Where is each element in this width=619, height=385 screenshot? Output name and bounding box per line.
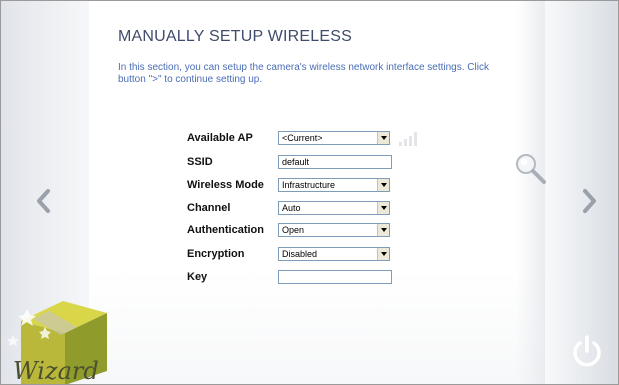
wizard-window: MANUALLY SETUP WIRELESS In this section,…	[0, 0, 619, 385]
magnifier-icon[interactable]	[511, 151, 551, 187]
dropdown-arrow-icon[interactable]	[377, 179, 389, 191]
ssid-input[interactable]: default	[278, 155, 392, 169]
dropdown-arrow-icon[interactable]	[377, 202, 389, 214]
encryption-row: Encryption Disabled	[187, 247, 487, 265]
encryption-value: Disabled	[282, 249, 318, 259]
wizard-logo: Wizard	[5, 291, 123, 385]
dropdown-arrow-icon[interactable]	[377, 248, 389, 260]
authentication-row: Authentication Open	[187, 223, 487, 241]
panel-edge	[516, 1, 546, 384]
wireless-mode-value: Infrastructure	[282, 180, 336, 190]
wizard-box-icon: Wizard	[7, 301, 107, 385]
available-ap-value: <Current>	[282, 133, 323, 143]
ssid-row: SSID default	[187, 155, 487, 173]
power-icon[interactable]	[569, 331, 605, 371]
wireless-mode-label: Wireless Mode	[187, 179, 264, 191]
key-input[interactable]	[278, 270, 392, 284]
wireless-mode-select[interactable]: Infrastructure	[278, 178, 390, 192]
chevron-right-icon[interactable]	[578, 188, 600, 214]
key-row: Key	[187, 270, 487, 288]
encryption-select[interactable]: Disabled	[278, 247, 390, 261]
channel-row: Channel Auto	[187, 201, 487, 219]
page-title: MANUALLY SETUP WIRELESS	[118, 28, 353, 45]
key-label: Key	[187, 271, 208, 283]
dropdown-arrow-icon[interactable]	[377, 132, 389, 144]
available-ap-select[interactable]: <Current>	[278, 131, 390, 145]
channel-select[interactable]: Auto	[278, 201, 390, 215]
dropdown-arrow-icon[interactable]	[377, 224, 389, 236]
authentication-label: Authentication	[187, 224, 264, 236]
channel-value: Auto	[282, 203, 301, 213]
chevron-left-icon[interactable]	[33, 188, 55, 214]
signal-strength-icon	[399, 130, 421, 146]
authentication-select[interactable]: Open	[278, 223, 390, 237]
wireless-mode-row: Wireless Mode Infrastructure	[187, 178, 487, 196]
authentication-value: Open	[282, 225, 305, 235]
available-ap-row: Available AP <Current>	[187, 131, 487, 149]
wizard-logo-text: Wizard	[13, 357, 99, 385]
page-description: In this section, you can setup the camer…	[118, 62, 489, 85]
available-ap-label: Available AP	[187, 132, 253, 144]
encryption-label: Encryption	[187, 248, 245, 260]
ssid-label: SSID	[187, 156, 213, 168]
channel-label: Channel	[187, 202, 231, 214]
